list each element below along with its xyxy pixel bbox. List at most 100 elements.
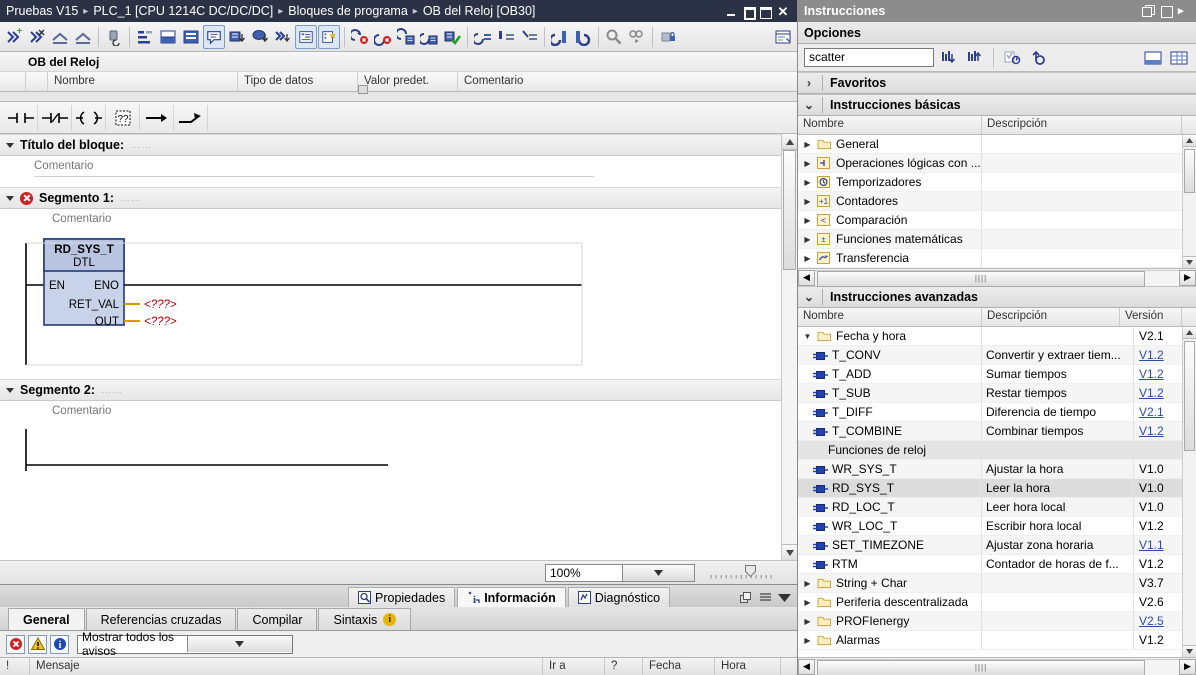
filter-info-button[interactable]: i [50, 634, 69, 654]
view-single-icon[interactable] [1142, 47, 1164, 69]
chevron-right-icon[interactable]: ▶ [802, 178, 813, 187]
minimize-icon[interactable] [726, 6, 737, 17]
advanced-instruction-row[interactable]: T_COMBINE Combinar tiempos V1.2 [798, 421, 1196, 441]
download-icon[interactable] [103, 25, 125, 49]
basic-list-scrollbar[interactable] [1182, 135, 1196, 268]
layout-a-icon[interactable] [157, 25, 179, 49]
tab-propiedades[interactable]: Propiedades [348, 587, 456, 607]
basic-col-nombre[interactable]: Nombre [798, 116, 982, 134]
advanced-instruction-row[interactable]: RD_LOC_T Leer hora local V1.0 [798, 497, 1196, 517]
breadcrumb-item-blocks[interactable]: Bloques de programa [288, 4, 408, 18]
up-arrow-network-icon[interactable] [49, 25, 71, 49]
hscroll-thumb[interactable]: |||| [817, 270, 1145, 287]
msg-col-mensaje[interactable]: Mensaje [30, 658, 543, 675]
msg-col-hora[interactable]: Hora [715, 658, 781, 675]
delete-network-icon[interactable] [26, 25, 48, 49]
msg-col-ir-a[interactable]: Ir a [543, 658, 605, 675]
close-branch-icon[interactable] [174, 104, 208, 131]
chevron-down-icon[interactable] [6, 387, 14, 393]
hscroll-thumb[interactable]: |||| [817, 659, 1145, 675]
scroll-down-icon[interactable] [782, 544, 797, 560]
advanced-instruction-row[interactable]: ▶ PROFIenergy V2.5 [798, 611, 1196, 631]
basic-instruction-row[interactable]: ▶ Temporizadores [798, 172, 1196, 192]
subtab-sintaxis[interactable]: Sintaxis i [318, 608, 412, 630]
scroll-thumb[interactable] [1184, 149, 1195, 193]
scroll-thumb[interactable] [783, 150, 796, 270]
iface-col-tipo-de-datos[interactable]: Tipo de datos [238, 72, 358, 91]
chevron-right-icon[interactable]: ▶ [802, 254, 813, 263]
find-up-icon[interactable] [964, 47, 986, 69]
basic-instructions-list[interactable]: ▶ General ▶ Operaciones lógicas con ... ▶ Tem… [798, 135, 1196, 268]
protect-icon[interactable] [657, 25, 679, 49]
advanced-instruction-row[interactable]: ▶ Alarmas V1.2 [798, 630, 1196, 650]
network-1-header[interactable]: Segmento 1: …… [0, 187, 781, 209]
canvas-vertical-scrollbar[interactable] [781, 134, 797, 560]
scroll-thumb[interactable] [1184, 341, 1195, 451]
goto-next-icon[interactable] [572, 25, 594, 49]
msg-col-fecha[interactable]: Fecha [643, 658, 715, 675]
section-instrucciones-avanzadas[interactable]: ⌄ Instrucciones avanzadas [798, 286, 1196, 308]
list-icon[interactable] [759, 592, 772, 604]
chevron-right-icon[interactable]: ▶ [802, 579, 813, 588]
basic-instruction-row[interactable]: ▶ Transferencia [798, 248, 1196, 268]
scroll-right-icon[interactable]: ▶ [1179, 658, 1196, 675]
bookmark-next-icon[interactable] [518, 25, 540, 49]
hscroll-track[interactable]: |||| [815, 658, 1179, 675]
search-input[interactable]: scatter [804, 48, 934, 67]
scroll-up-icon[interactable] [1183, 135, 1196, 147]
scroll-up-icon[interactable] [782, 134, 797, 150]
breadcrumb-item-block[interactable]: OB del Reloj [OB30] [423, 4, 536, 18]
network-1-diagram[interactable]: RD_SYS_T DTL EN ENO RET_VAL OUT <???> <?… [0, 229, 780, 379]
modify-icon[interactable] [441, 25, 463, 49]
advanced-instruction-row[interactable]: WR_LOC_T Escribir hora local V1.2 [798, 516, 1196, 536]
scroll-up-icon[interactable] [1183, 327, 1196, 339]
message-filter-combo[interactable]: Mostrar todos los avisos [77, 630, 293, 658]
zoom-combo[interactable]: 100% [545, 563, 695, 582]
chevron-right-icon[interactable]: ▶ [802, 235, 813, 244]
restore-icon[interactable] [743, 6, 756, 20]
monitor-icon[interactable] [372, 25, 394, 49]
iface-col-comentario[interactable]: Comentario [458, 72, 797, 91]
chevron-right-icon[interactable]: ▶ [802, 636, 813, 645]
goto-prev-icon[interactable] [549, 25, 571, 49]
network-2-diagram[interactable] [0, 421, 780, 491]
chevron-down-icon[interactable] [778, 594, 791, 602]
chevron-down-icon[interactable] [6, 142, 14, 148]
contact-nc-icon[interactable] [38, 104, 72, 131]
bookmark-star-icon[interactable] [318, 24, 340, 49]
tab-informacion[interactable]: i Información [457, 587, 566, 607]
minimize-panel-icon[interactable] [1160, 5, 1173, 18]
search-icon[interactable] [603, 25, 625, 49]
lad-canvas[interactable]: Título del bloque: …… Comentario Segment… [0, 134, 781, 560]
basic-instruction-row[interactable]: ▶ < Comparación [798, 210, 1196, 230]
contact-no-icon[interactable] [4, 104, 38, 131]
zoom-slider-handle[interactable] [745, 564, 756, 577]
block-title-bar[interactable]: Título del bloque: …… [0, 134, 781, 156]
advanced-instruction-row[interactable]: SET_TIMEZONE Ajustar zona horaria V1.1 [798, 535, 1196, 555]
maximize-icon[interactable] [760, 6, 772, 19]
advanced-instruction-row[interactable]: RTM Contador de horas de f... V1.2 [798, 554, 1196, 574]
basic-instruction-row[interactable]: ▶ Operaciones lógicas con ... [798, 153, 1196, 173]
hscroll-track[interactable]: |||| [815, 269, 1179, 287]
basic-instruction-row[interactable]: ▶ +1 Contadores [798, 191, 1196, 211]
advanced-instruction-row[interactable]: ▶ Periferia descentralizada V2.6 [798, 592, 1196, 612]
bookmark-icon[interactable] [295, 24, 317, 49]
chevron-right-icon[interactable]: ▶ [802, 617, 813, 626]
advanced-instruction-row[interactable]: T_ADD Sumar tiempos V1.2 [798, 364, 1196, 384]
scroll-down-icon[interactable] [1183, 256, 1196, 268]
chevron-right-icon[interactable]: ▶ [802, 159, 813, 168]
subtab-referencias-cruzadas[interactable]: Referencias cruzadas [85, 608, 237, 630]
breadcrumb-item-project[interactable]: Pruebas V15 [6, 4, 78, 18]
filter-warnings-button[interactable] [28, 634, 47, 654]
properties-icon[interactable] [772, 25, 794, 49]
favorites-icon[interactable] [249, 25, 271, 49]
collapse-panel-icon[interactable]: ▸ [1178, 5, 1190, 17]
restore-snapshot-icon[interactable] [418, 25, 440, 49]
block-comment[interactable]: Comentario [0, 156, 781, 176]
advanced-list-hscrollbar[interactable]: ◀ |||| ▶ [798, 657, 1196, 675]
goto-icon[interactable] [626, 25, 648, 49]
tab-diagnostico[interactable]: Diagnóstico [567, 587, 671, 607]
basic-list-hscrollbar[interactable]: ◀ |||| ▶ [798, 268, 1196, 287]
adv-col-descripcion[interactable]: Descripción [982, 308, 1120, 326]
advanced-instruction-row[interactable]: ▼ Fecha y hora V2.1 [798, 327, 1196, 346]
